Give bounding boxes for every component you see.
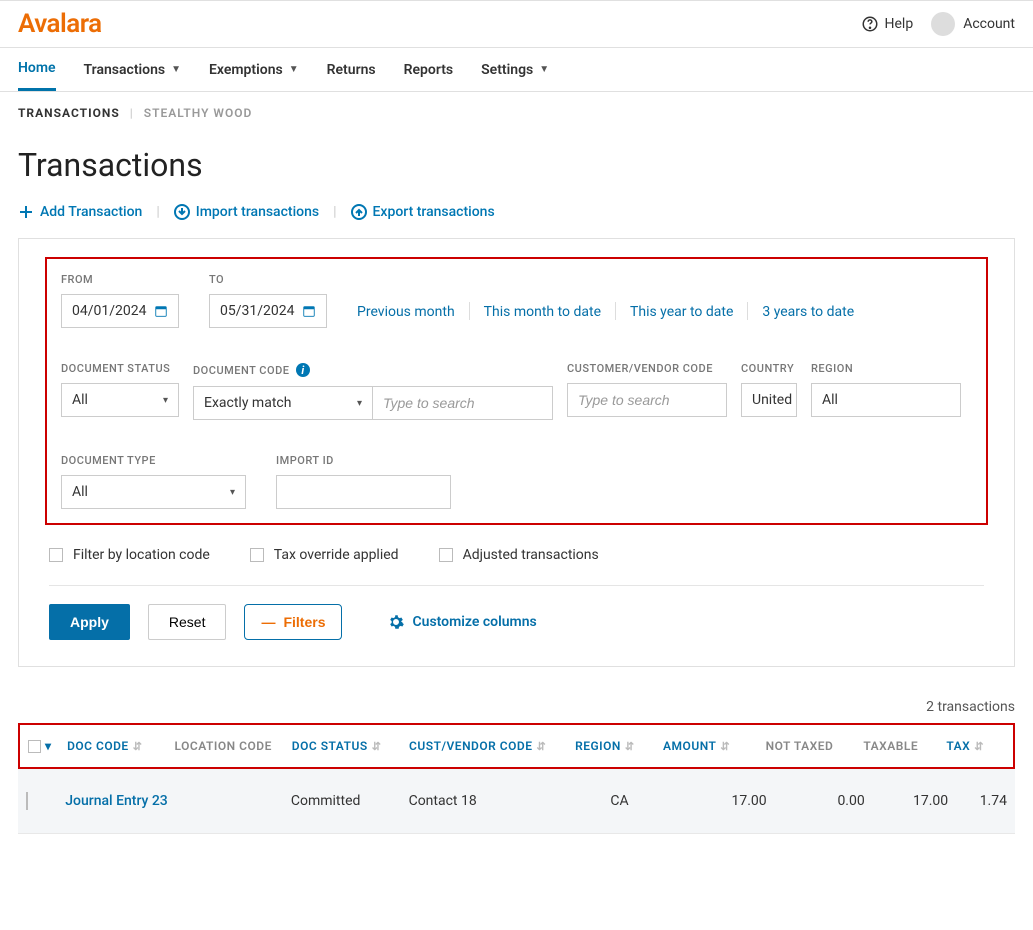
cell-taxable: 17.00 xyxy=(865,793,948,809)
nav-settings[interactable]: Settings▼ xyxy=(481,48,549,91)
breadcrumb-primary: TRANSACTIONS xyxy=(18,106,120,120)
cell-amount: 17.00 xyxy=(664,793,767,809)
chevron-down-icon: ▼ xyxy=(539,64,549,75)
cust-vendor-label: CUSTOMER/VENDOR CODE xyxy=(567,362,727,375)
region-label: REGION xyxy=(811,362,961,375)
cell-region: CA xyxy=(575,793,663,809)
country-label: COUNTRY xyxy=(741,362,797,375)
chevron-down-icon: ▼ xyxy=(289,64,299,75)
doc-type-label: DOCUMENT TYPE xyxy=(61,454,246,467)
calendar-icon xyxy=(154,304,168,318)
col-amount[interactable]: AMOUNT⇵ xyxy=(663,739,766,753)
apply-button[interactable]: Apply xyxy=(49,604,130,640)
export-icon xyxy=(351,204,367,220)
transaction-count: 2 transactions xyxy=(0,691,1033,723)
gear-icon xyxy=(388,614,404,630)
help-link[interactable]: Help xyxy=(861,15,914,33)
add-transaction-button[interactable]: Add Transaction xyxy=(18,204,142,220)
adjusted-checkbox[interactable]: Adjusted transactions xyxy=(439,547,599,563)
from-label: FROM xyxy=(61,273,179,286)
reset-button[interactable]: Reset xyxy=(148,604,227,640)
to-label: TO xyxy=(209,273,327,286)
quick-prev-month[interactable]: Previous month xyxy=(357,304,455,320)
tax-override-checkbox[interactable]: Tax override applied xyxy=(250,547,399,563)
chevron-down-icon: ▼ xyxy=(171,64,181,75)
col-taxable: TAXABLE xyxy=(863,739,946,753)
col-doc-code[interactable]: DOC CODE⇵ xyxy=(67,739,174,753)
col-location: LOCATION CODE xyxy=(175,739,292,753)
from-date-input[interactable]: 04/01/2024 xyxy=(61,294,179,328)
minus-icon: — xyxy=(261,614,275,630)
quick-three-years[interactable]: 3 years to date xyxy=(762,304,854,320)
filters-toggle-button[interactable]: — Filters xyxy=(244,604,342,640)
cell-status: Committed xyxy=(291,793,409,809)
nav-returns[interactable]: Returns xyxy=(327,48,376,91)
col-region[interactable]: REGION⇵ xyxy=(575,739,663,753)
svg-text:i: i xyxy=(302,364,305,377)
doc-type-select[interactable]: All ▾ xyxy=(61,475,246,509)
cell-vendor: Contact 18 xyxy=(409,793,576,809)
calendar-icon xyxy=(302,304,316,318)
cell-not-taxed: 0.00 xyxy=(767,793,865,809)
chevron-down-icon: ▾ xyxy=(230,487,235,498)
country-select[interactable]: United xyxy=(741,383,797,417)
customize-columns-button[interactable]: Customize columns xyxy=(388,614,536,630)
logo[interactable]: Avalara xyxy=(18,9,102,39)
nav-transactions[interactable]: Transactions▼ xyxy=(84,48,181,91)
export-transactions-button[interactable]: Export transactions xyxy=(351,204,495,220)
highlighted-filters: FROM 04/01/2024 TO 05/31/2024 Previous m… xyxy=(45,257,988,525)
doc-status-label: DOCUMENT STATUS xyxy=(61,362,179,375)
to-date-input[interactable]: 05/31/2024 xyxy=(209,294,327,328)
filter-panel: FROM 04/01/2024 TO 05/31/2024 Previous m… xyxy=(18,238,1015,667)
breadcrumb-secondary: STEALTHY WOOD xyxy=(144,106,253,120)
cust-vendor-input[interactable] xyxy=(567,383,727,417)
col-not-taxed: NOT TAXED xyxy=(766,739,864,753)
import-id-label: IMPORT ID xyxy=(276,454,451,467)
import-transactions-button[interactable]: Import transactions xyxy=(174,204,319,220)
quick-this-month[interactable]: This month to date xyxy=(484,304,601,320)
col-cust-vendor[interactable]: CUST/VENDOR CODE⇵ xyxy=(409,739,575,753)
info-icon[interactable]: i xyxy=(295,362,311,378)
select-all-checkbox[interactable] xyxy=(28,740,41,753)
account-label: Account xyxy=(963,16,1015,32)
chevron-down-icon[interactable]: ▾ xyxy=(45,739,52,753)
help-icon xyxy=(861,15,879,33)
table-row[interactable]: Journal Entry 23 Committed Contact 18 CA… xyxy=(18,769,1015,834)
doc-code-search-input[interactable] xyxy=(373,386,553,420)
doc-code-label: DOCUMENT CODE xyxy=(193,364,289,377)
import-icon xyxy=(174,204,190,220)
cell-tax: 1.74 xyxy=(948,793,1007,809)
chevron-down-icon: ▾ xyxy=(163,395,168,406)
plus-icon xyxy=(18,204,34,220)
breadcrumb: TRANSACTIONS | STEALTHY WOOD xyxy=(0,92,1033,130)
page-title: Transactions xyxy=(0,130,1033,204)
nav-reports[interactable]: Reports xyxy=(404,48,454,91)
chevron-down-icon: ▾ xyxy=(357,398,362,409)
doc-status-select[interactable]: All ▾ xyxy=(61,383,179,417)
account-link[interactable]: Account xyxy=(931,12,1015,36)
col-doc-status[interactable]: DOC STATUS⇵ xyxy=(292,739,409,753)
nav-exemptions[interactable]: Exemptions▼ xyxy=(209,48,299,91)
doc-code-link[interactable]: Journal Entry 23 xyxy=(65,793,173,809)
filter-location-checkbox[interactable]: Filter by location code xyxy=(49,547,210,563)
avatar xyxy=(931,12,955,36)
doc-code-match-select[interactable]: Exactly match ▾ xyxy=(193,386,373,420)
row-checkbox[interactable] xyxy=(26,792,28,810)
import-id-input[interactable] xyxy=(276,475,451,509)
col-tax[interactable]: TAX⇵ xyxy=(946,739,1005,753)
region-select[interactable]: All xyxy=(811,383,961,417)
table-header: ▾ DOC CODE⇵ LOCATION CODE DOC STATUS⇵ CU… xyxy=(18,723,1015,769)
nav-home[interactable]: Home xyxy=(18,48,56,91)
help-label: Help xyxy=(885,16,914,32)
quick-this-year[interactable]: This year to date xyxy=(630,304,733,320)
